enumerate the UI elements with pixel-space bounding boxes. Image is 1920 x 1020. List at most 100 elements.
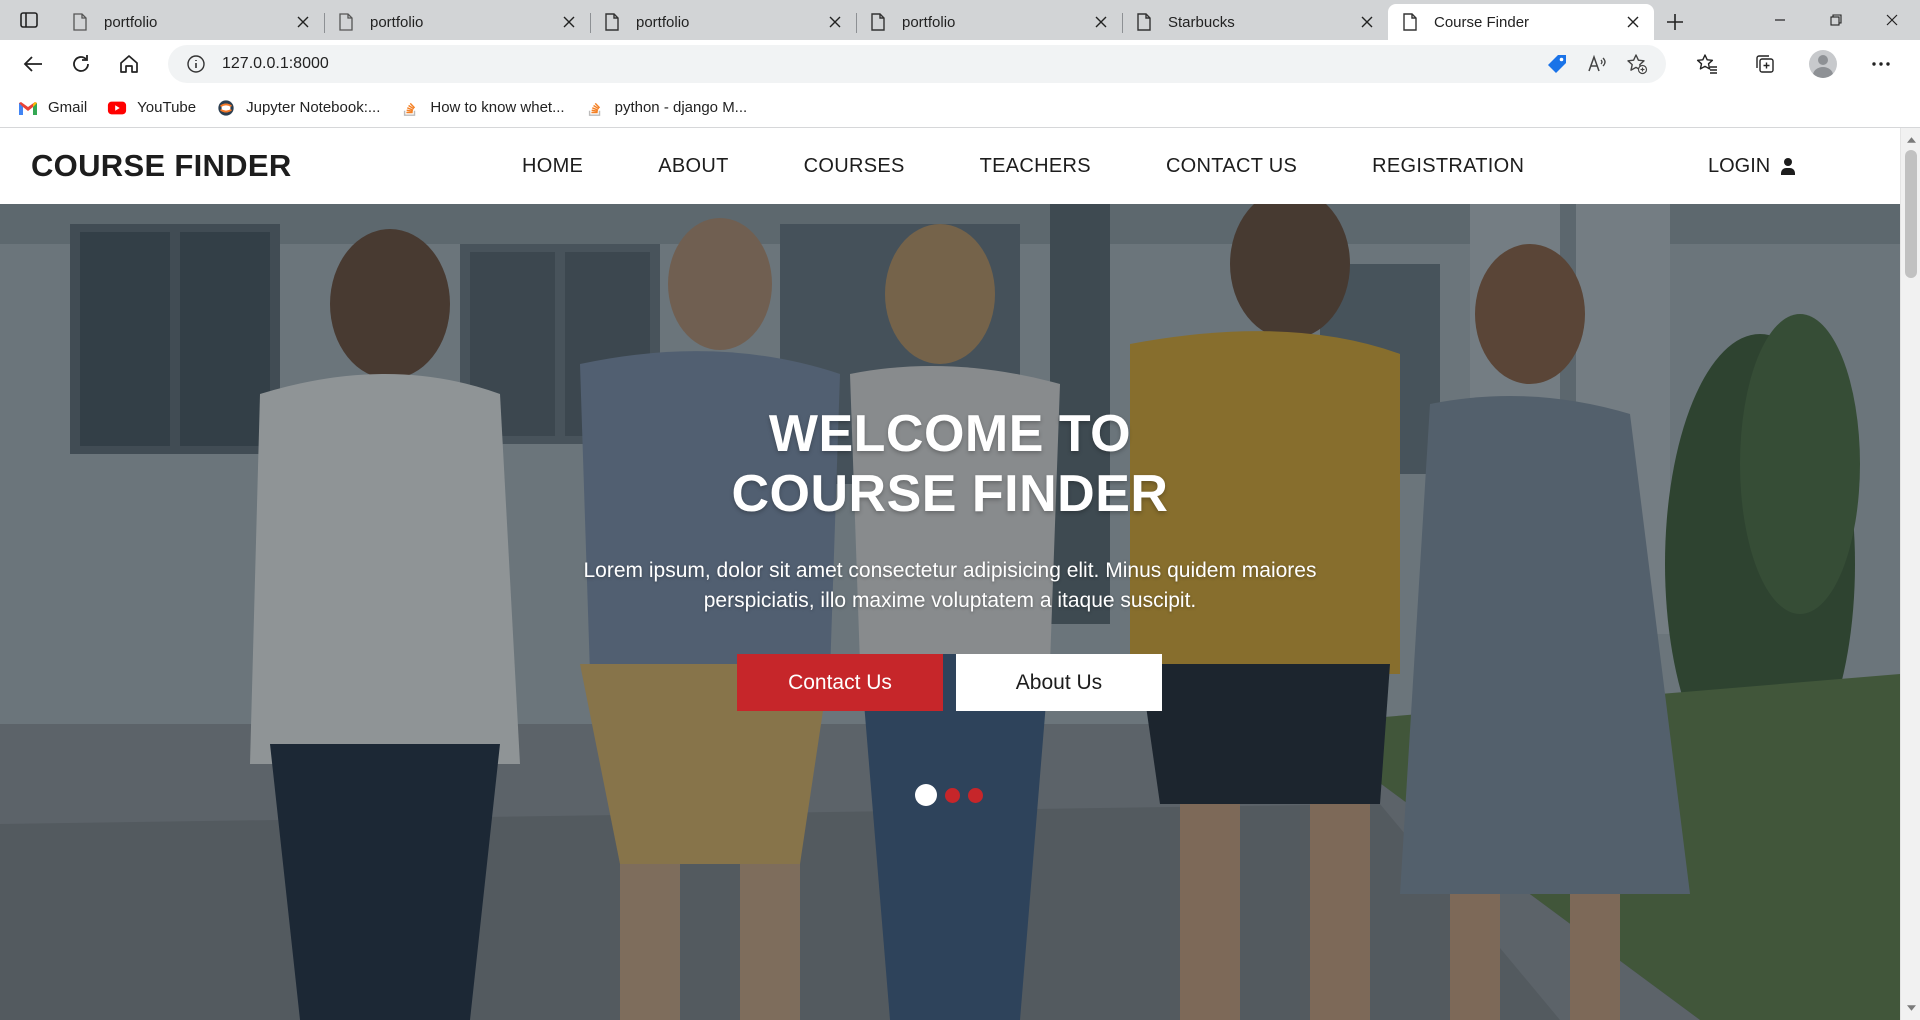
- home-icon: [120, 55, 138, 73]
- browser-tab[interactable]: portfolio: [58, 4, 324, 40]
- nav-contact-link[interactable]: CONTACT US: [1166, 155, 1297, 178]
- nav-teachers-link[interactable]: TEACHERS: [980, 155, 1091, 178]
- restore-button[interactable]: [1808, 0, 1864, 40]
- contact-us-button[interactable]: Contact Us: [737, 654, 943, 711]
- close-window-button[interactable]: [1864, 0, 1920, 40]
- close-tab-button[interactable]: [1358, 13, 1376, 31]
- browser-tab[interactable]: portfolio: [324, 4, 590, 40]
- user-icon: [1781, 158, 1796, 175]
- back-button[interactable]: [10, 44, 56, 84]
- site-navbar: COURSE FINDER HOME ABOUT COURSES TEACHER…: [0, 128, 1900, 204]
- tab-title: portfolio: [902, 13, 956, 31]
- browser-toolbar: 127.0.0.1:8000: [0, 40, 1920, 88]
- stackoverflow-icon: [404, 102, 416, 116]
- youtube-icon: [108, 101, 127, 114]
- tab-title: portfolio: [636, 13, 690, 31]
- site-logo[interactable]: COURSE FINDER: [31, 148, 292, 184]
- carousel-dot-3[interactable]: [968, 787, 983, 803]
- collections-icon: [1756, 55, 1774, 73]
- refresh-button[interactable]: [58, 44, 104, 84]
- close-tab-button[interactable]: [1092, 13, 1110, 31]
- bookmark-stackoverflow-1[interactable]: How to know whet...: [400, 99, 565, 117]
- carousel-dot-1[interactable]: [915, 784, 937, 806]
- home-button[interactable]: [106, 44, 152, 84]
- hero-carousel: WELCOME TO COURSE FINDER Lorem ipsum, do…: [0, 204, 1900, 1020]
- hero-title-line-1: WELCOME TO: [768, 405, 1132, 463]
- settings-menu-button[interactable]: [1858, 44, 1904, 84]
- login-label: LOGIN: [1708, 154, 1771, 177]
- restore-icon: [1830, 14, 1842, 26]
- favorites-button[interactable]: [1684, 44, 1730, 84]
- add-favorite-icon[interactable]: [1626, 53, 1648, 75]
- minimize-icon: [1775, 19, 1785, 21]
- url-text[interactable]: 127.0.0.1:8000: [222, 55, 1546, 73]
- caret-up-icon: [1906, 137, 1916, 143]
- refresh-icon: [73, 55, 89, 72]
- caret-down-icon: [1906, 1005, 1916, 1011]
- bookmark-label: How to know whet...: [430, 99, 565, 116]
- bookmark-gmail[interactable]: Gmail: [18, 99, 87, 117]
- tab-title: portfolio: [104, 13, 158, 31]
- bookmark-label: Gmail: [48, 99, 88, 116]
- new-tab-button[interactable]: [1654, 4, 1696, 40]
- stackoverflow-icon: [588, 102, 600, 116]
- bookmark-label: Jupyter Notebook:...: [246, 99, 381, 116]
- tab-actions-icon: [20, 12, 38, 28]
- browser-tab-active[interactable]: Course Finder: [1388, 4, 1654, 40]
- bookmark-label: python - django M...: [614, 99, 748, 116]
- close-tab-button[interactable]: [1624, 13, 1642, 31]
- close-tab-button[interactable]: [826, 13, 844, 31]
- bookmarks-bar: Gmail YouTube Jupyter Notebook:... How t…: [0, 88, 1920, 128]
- info-icon[interactable]: [186, 54, 206, 74]
- scrollbar-thumb[interactable]: [1905, 150, 1917, 278]
- address-bar[interactable]: 127.0.0.1:8000: [168, 45, 1666, 83]
- bookmark-jupyter[interactable]: Jupyter Notebook:...: [216, 99, 380, 117]
- browser-tab[interactable]: Starbucks: [1122, 4, 1388, 40]
- nav-courses-link[interactable]: COURSES: [804, 155, 905, 178]
- collections-button[interactable]: [1742, 44, 1788, 84]
- scroll-down-button[interactable]: [1905, 1002, 1917, 1014]
- coupon-tag-icon[interactable]: [1546, 53, 1568, 75]
- minimize-button[interactable]: [1752, 0, 1808, 40]
- window-controls: [1752, 0, 1920, 40]
- login-link[interactable]: LOGIN: [1708, 128, 1796, 204]
- hero-description-line-1: Lorem ipsum, dolor sit amet consectetur …: [583, 559, 1317, 582]
- nav-registration-link[interactable]: REGISTRATION: [1372, 155, 1524, 178]
- close-tab-button[interactable]: [560, 13, 578, 31]
- scroll-up-button[interactable]: [1905, 134, 1917, 146]
- browser-tab[interactable]: portfolio: [856, 4, 1122, 40]
- close-icon: [1095, 16, 1107, 28]
- close-icon: [1361, 16, 1373, 28]
- bookmark-youtube[interactable]: YouTube: [107, 99, 196, 117]
- page-icon: [1137, 13, 1151, 31]
- page-icon: [1403, 13, 1417, 31]
- page-icon: [339, 13, 353, 31]
- close-icon: [1886, 14, 1898, 26]
- plus-icon: [1667, 14, 1683, 30]
- tab-actions-button[interactable]: [0, 0, 58, 40]
- nav-home-link[interactable]: HOME: [522, 155, 583, 178]
- carousel-dot-2[interactable]: [945, 787, 960, 803]
- about-us-button[interactable]: About Us: [956, 654, 1162, 711]
- favorites-icon: [1696, 54, 1717, 74]
- more-options-icon: [1872, 62, 1890, 66]
- nav-about-link[interactable]: ABOUT: [658, 155, 728, 178]
- close-icon: [829, 16, 841, 28]
- page-icon: [605, 13, 619, 31]
- tab-title: Starbucks: [1168, 13, 1235, 31]
- gmail-icon: [19, 101, 37, 115]
- tab-title: portfolio: [370, 13, 424, 31]
- page-scrollbar[interactable]: [1900, 128, 1920, 1020]
- close-icon: [563, 16, 575, 28]
- browser-tab-strip: portfolio portfolio portfolio portfolio …: [0, 0, 1920, 40]
- read-aloud-icon[interactable]: [1586, 53, 1608, 75]
- close-icon: [297, 16, 309, 28]
- hero-title-line-2: COURSE FINDER: [731, 465, 1169, 523]
- website-viewport: COURSE FINDER HOME ABOUT COURSES TEACHER…: [0, 128, 1900, 1020]
- close-tab-button[interactable]: [294, 13, 312, 31]
- page-icon: [73, 13, 87, 31]
- bookmark-stackoverflow-2[interactable]: python - django M...: [585, 99, 748, 117]
- browser-tab[interactable]: portfolio: [590, 4, 856, 40]
- hero-description: Lorem ipsum, dolor sit amet consectetur …: [530, 556, 1370, 616]
- profile-button[interactable]: [1800, 44, 1846, 84]
